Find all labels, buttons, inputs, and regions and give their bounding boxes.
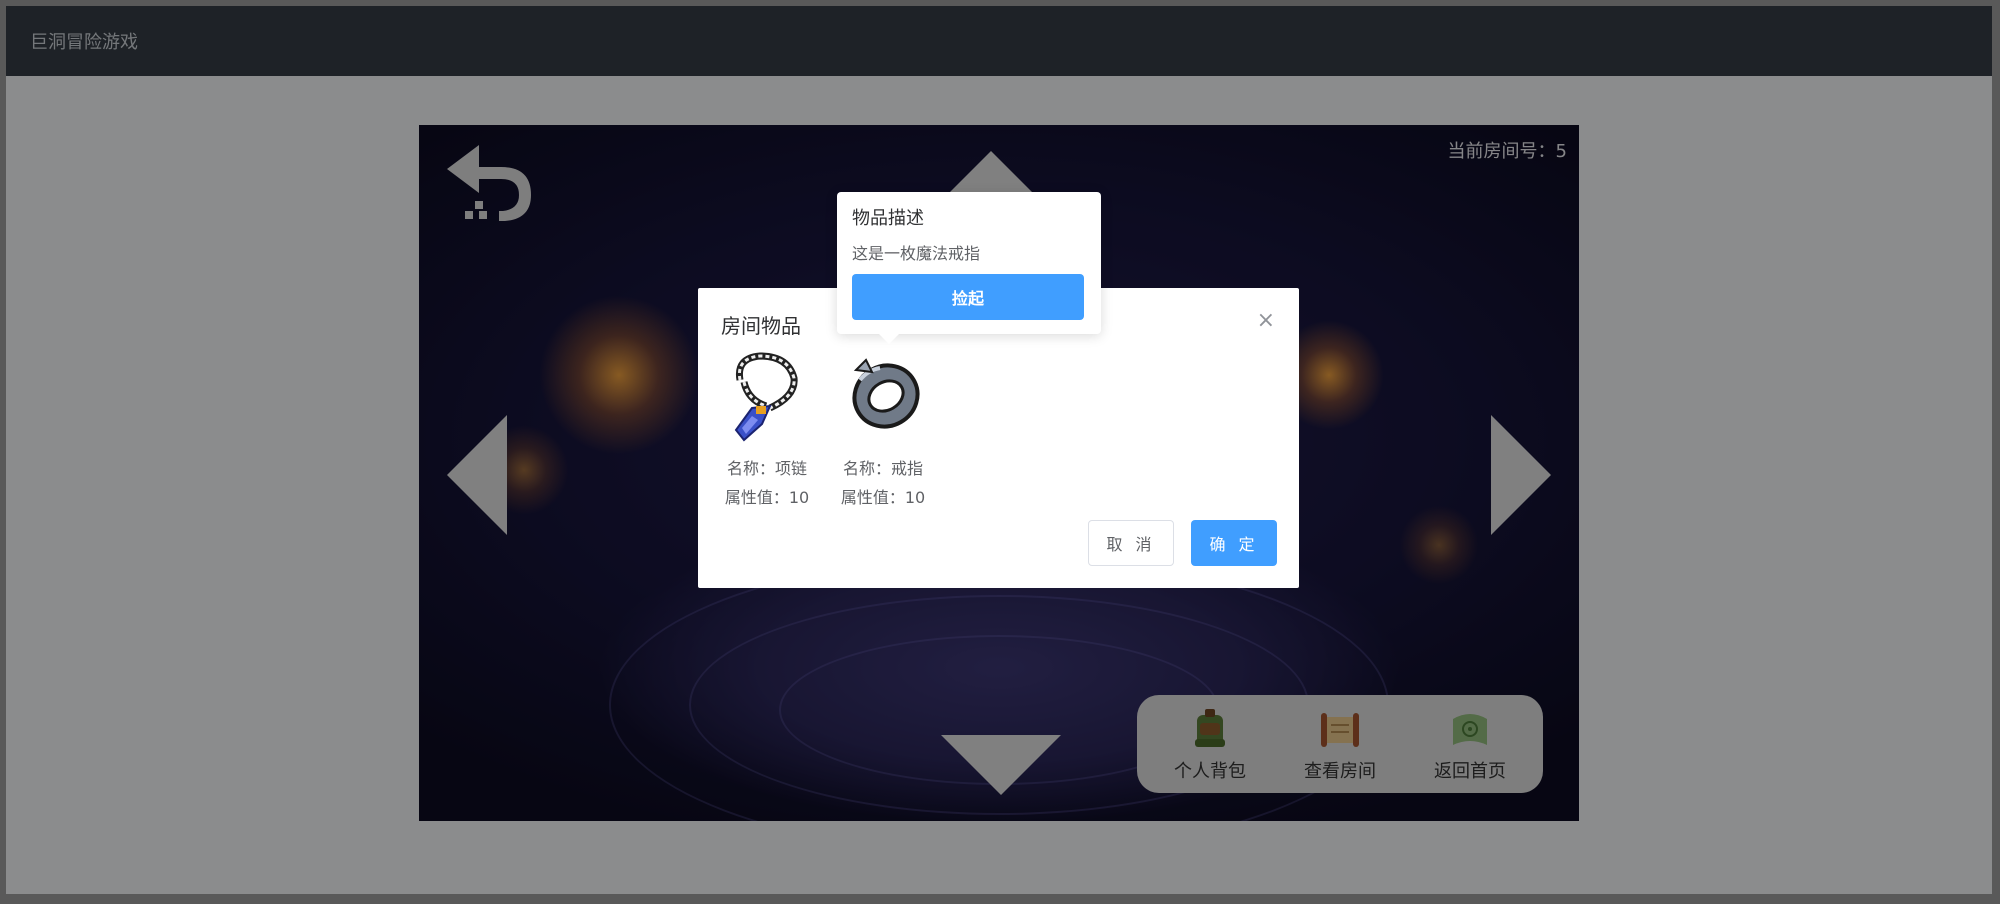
pick-up-button[interactable]: 捡起 [852,274,1084,320]
popover-title: 物品描述 [852,208,924,229]
confirm-button[interactable]: 确 定 [1191,520,1277,566]
item-ring[interactable]: 名称：戒指 属性值：10 [838,350,928,512]
necklace-icon [734,352,798,442]
item-necklace[interactable]: 名称：项链 属性值：10 [722,350,812,512]
item-value: 属性值：10 [724,488,810,507]
close-icon[interactable]: × [1257,308,1275,333]
item-description-popover: 物品描述 这是一枚魔法戒指 捡起 [837,192,1101,344]
item-name: 名称：戒指 [842,459,923,478]
cancel-button[interactable]: 取 消 [1088,520,1174,566]
item-value: 属性值：10 [840,488,926,507]
item-name: 名称：项链 [726,459,807,478]
popover-caret [879,334,899,344]
popover-description: 这是一枚魔法戒指 [852,244,981,263]
dialog-title: 房间物品 [721,314,801,338]
ring-icon [852,358,920,429]
